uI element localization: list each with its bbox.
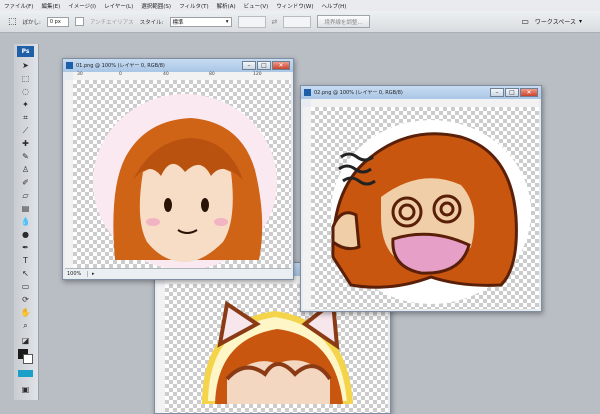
- window-title: 01.png @ 100% (レイヤー 0, RGB/8): [76, 63, 165, 69]
- menu-layer[interactable]: レイヤー(L): [100, 2, 137, 10]
- crop-tool-icon[interactable]: ⌗: [19, 112, 32, 123]
- antialias-checkbox[interactable]: [74, 17, 84, 26]
- ruler-tick: 120: [253, 72, 262, 77]
- maximize-icon[interactable]: □: [257, 61, 271, 70]
- menu-file[interactable]: ファイル(F): [0, 2, 37, 10]
- workspace-label: ワークスペース: [534, 19, 576, 26]
- eyedropper-icon[interactable]: ⟋: [19, 125, 32, 136]
- shape-tool-icon[interactable]: ▭: [19, 281, 32, 292]
- healing-brush-icon[interactable]: ✚: [19, 138, 32, 149]
- gradient-tool-icon[interactable]: ▤: [19, 203, 32, 214]
- menu-select[interactable]: 選択範囲(S): [137, 2, 175, 10]
- image-canvas[interactable]: [311, 107, 539, 309]
- dodge-tool-icon[interactable]: ●: [19, 229, 32, 240]
- ruler-tick: 40: [163, 72, 169, 77]
- menu-help[interactable]: ヘルプ(H): [317, 2, 350, 10]
- status-bar: 100% ▸: [65, 268, 291, 278]
- magic-wand-icon[interactable]: ✦: [19, 99, 32, 110]
- style-label: スタイル:: [139, 19, 164, 26]
- 3d-rotate-icon[interactable]: ⟳: [19, 294, 32, 305]
- menu-window[interactable]: ウィンドウ(W): [272, 2, 317, 10]
- default-colors-icon[interactable]: ◪: [19, 335, 32, 346]
- style-select[interactable]: 標準 ▾: [169, 16, 232, 27]
- workspace-switcher: ▭ ワークスペース ▾: [521, 14, 582, 29]
- refine-edge-button[interactable]: 境界線を調整...: [317, 15, 370, 28]
- window-title: 02.png @ 100% (レイヤー 0, RGB/8): [314, 90, 403, 96]
- type-tool-icon[interactable]: T: [19, 255, 32, 266]
- close-icon[interactable]: ✕: [520, 88, 538, 97]
- document-window-01[interactable]: 01.png @ 100% (レイヤー 0, RGB/8) – □ ✕ 30 0…: [62, 58, 294, 280]
- menu-edit[interactable]: 編集(E): [37, 2, 64, 10]
- height-input[interactable]: [283, 15, 312, 28]
- blur-tool-icon[interactable]: 💧: [19, 216, 32, 227]
- ruler-tick: 0: [119, 72, 122, 77]
- image-canvas[interactable]: [73, 80, 291, 268]
- zoom-tool-icon[interactable]: ⌕: [19, 320, 32, 331]
- path-select-icon[interactable]: ↖: [19, 268, 32, 279]
- hand-tool-icon[interactable]: ✋: [19, 307, 32, 318]
- document-icon: [304, 89, 311, 96]
- ruler-tick: 80: [209, 72, 215, 77]
- move-tool-icon[interactable]: ➤: [19, 60, 32, 71]
- screen-mode-icon[interactable]: ▭: [521, 17, 529, 26]
- minimize-icon[interactable]: –: [490, 88, 504, 97]
- menu-filter[interactable]: フィルタ(T): [175, 2, 213, 10]
- tool-panel: Ps ➤ ⬚ ◌ ✦ ⌗ ⟋ ✚ ✎ ♙ ✐ ▱ ▤ 💧 ● ✒ T ↖ ▭ ⟳…: [14, 44, 39, 400]
- document-icon: [66, 62, 73, 69]
- status-arrow-icon[interactable]: ▸: [92, 271, 95, 277]
- photoshop-logo: Ps: [17, 46, 34, 57]
- eraser-tool-icon[interactable]: ▱: [19, 190, 32, 201]
- history-brush-icon[interactable]: ✐: [19, 177, 32, 188]
- feather-input[interactable]: 0 px: [46, 16, 69, 27]
- clone-stamp-icon[interactable]: ♙: [19, 164, 32, 175]
- girl-portrait-artwork: [93, 94, 277, 268]
- document-window-02[interactable]: 02.png @ 100% (レイヤー 0, RGB/8) – □ ✕: [300, 85, 542, 312]
- marquee-tool-icon[interactable]: ⬚: [19, 73, 32, 84]
- ruler-tick: 30: [77, 72, 83, 77]
- swap-icon[interactable]: ⇄: [272, 18, 278, 26]
- pen-tool-icon[interactable]: ✒: [19, 242, 32, 253]
- style-select-value: 標準: [172, 19, 184, 26]
- chevron-down-icon: ▾: [578, 18, 582, 25]
- workspace-button[interactable]: ワークスペース ▾: [535, 17, 582, 26]
- lasso-tool-icon[interactable]: ◌: [19, 86, 32, 97]
- dizzy-girl-artwork: [331, 120, 531, 304]
- minimize-icon[interactable]: –: [242, 61, 256, 70]
- brush-tool-icon[interactable]: ✎: [19, 151, 32, 162]
- chevron-down-icon: ▾: [225, 18, 229, 25]
- background-color-swatch[interactable]: [23, 354, 33, 364]
- width-input[interactable]: [237, 15, 266, 28]
- antialias-label: アンチエイリアス: [89, 19, 134, 26]
- menu-view[interactable]: ビュー(V): [240, 2, 273, 10]
- close-icon[interactable]: ✕: [272, 61, 290, 70]
- window-controls: – □ ✕: [242, 61, 290, 70]
- window-controls: – □ ✕: [490, 88, 538, 97]
- menu-image[interactable]: イメージ(I): [64, 2, 100, 10]
- zoom-level[interactable]: 100%: [65, 270, 88, 277]
- quick-mask-button[interactable]: [18, 370, 33, 377]
- marquee-tool-icon[interactable]: ⬚: [8, 17, 17, 27]
- feather-label: ぼかし:: [22, 19, 41, 26]
- screen-mode-icon[interactable]: ▣: [19, 384, 32, 395]
- menu-analysis[interactable]: 解析(A): [213, 2, 240, 10]
- maximize-icon[interactable]: □: [505, 88, 519, 97]
- options-bar: ⬚ ぼかし: 0 px アンチエイリアス スタイル: 標準 ▾ ⇄ 境界線を調整…: [0, 11, 600, 33]
